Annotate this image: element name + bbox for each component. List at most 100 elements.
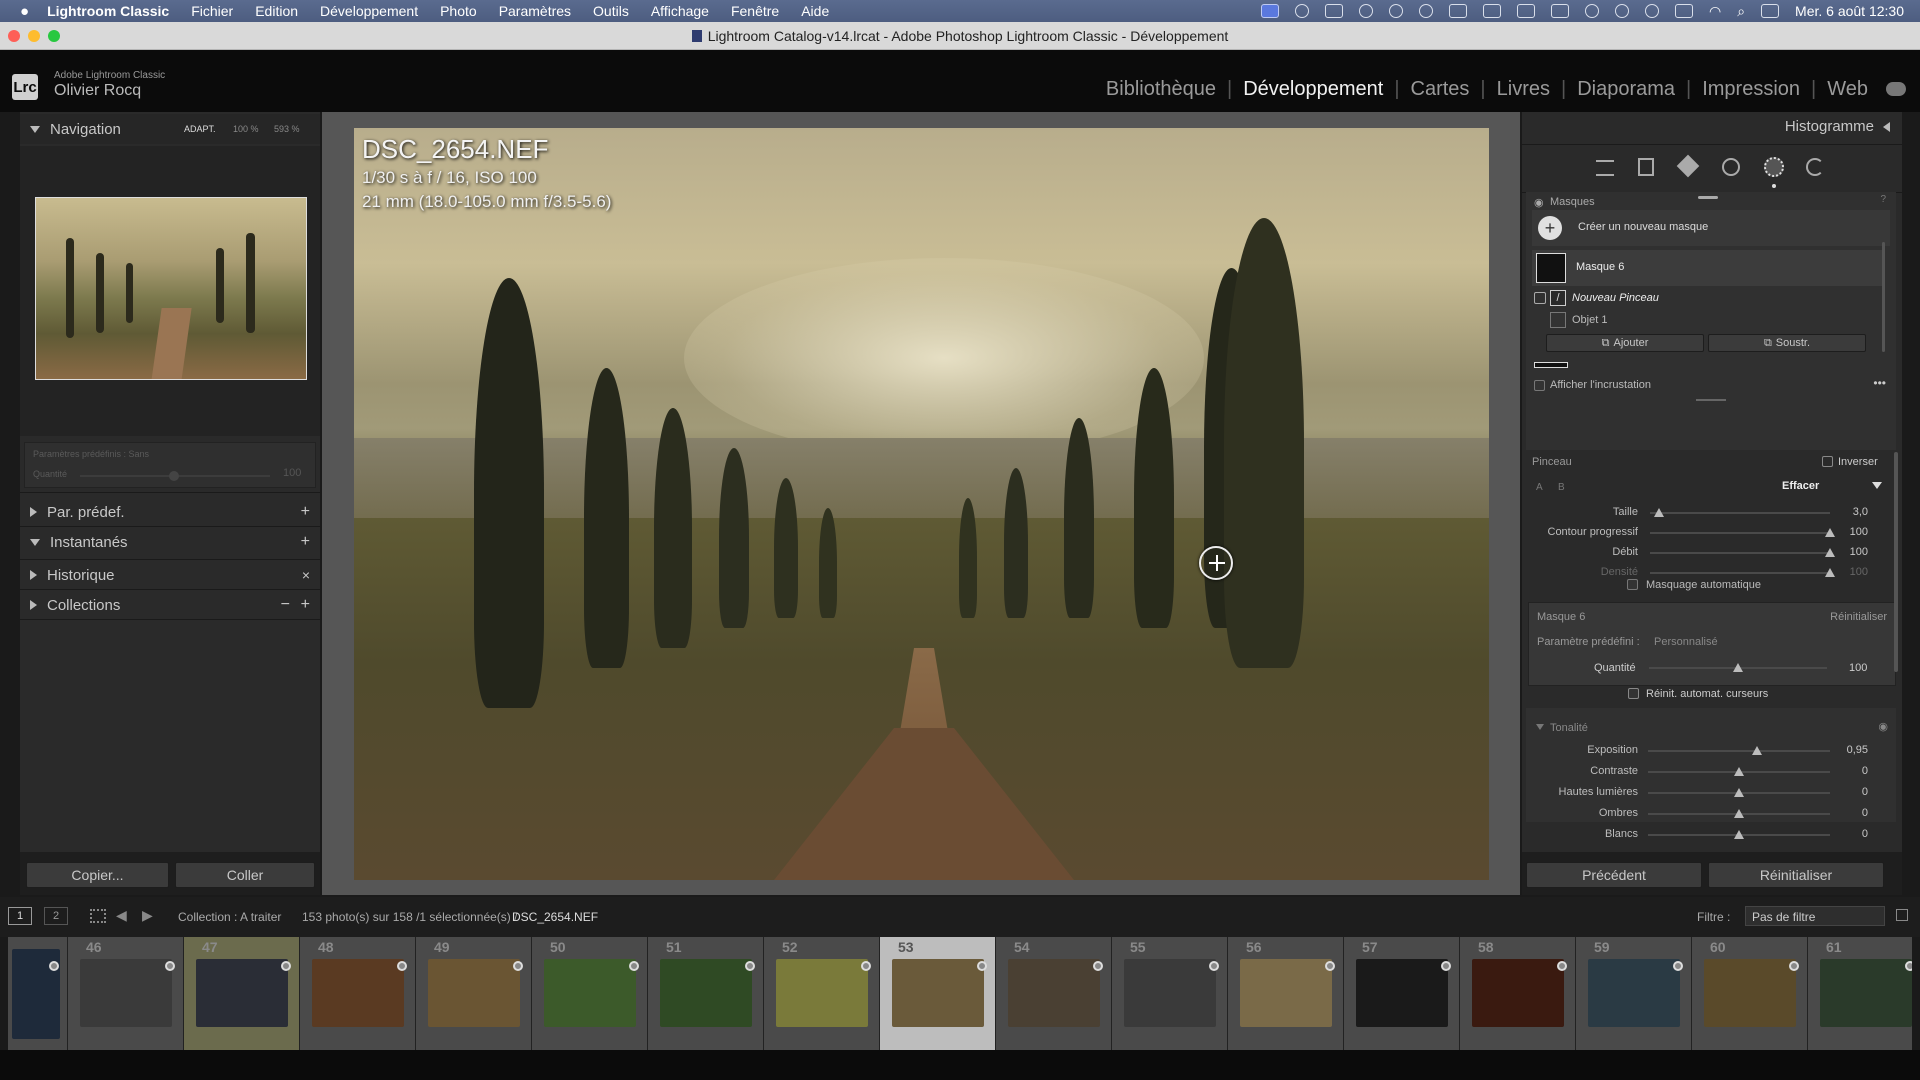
status-icon[interactable] [1550, 4, 1569, 18]
slider-value[interactable]: 100 [1828, 546, 1868, 558]
brush-b[interactable]: B [1558, 482, 1565, 493]
filmstrip-cell[interactable]: 58 [1460, 937, 1576, 1050]
thumbnail-image[interactable] [776, 959, 868, 1027]
filmstrip-cell[interactable]: 52 [764, 937, 880, 1050]
slider-track[interactable] [1648, 750, 1830, 752]
control-center-icon[interactable] [1761, 4, 1780, 18]
zoom-button[interactable] [48, 30, 60, 42]
menu-outils[interactable]: Outils [593, 3, 629, 19]
eye-icon[interactable]: ◉ [1534, 196, 1544, 209]
histogram-title[interactable]: Histogramme [1785, 118, 1874, 135]
module-diaporama[interactable]: Diaporama [1577, 78, 1675, 101]
filmstrip-cell[interactable]: 48 [300, 937, 416, 1050]
redeye-tool-icon[interactable] [1722, 158, 1740, 176]
add-collection-icon[interactable]: + [301, 596, 310, 614]
close-button[interactable] [8, 30, 20, 42]
filmstrip-cell[interactable]: 46 [68, 937, 184, 1050]
filmstrip-cell[interactable]: 60 [1692, 937, 1808, 1050]
grid-icon[interactable] [90, 909, 106, 923]
brush-visibility-icon[interactable] [1534, 292, 1546, 304]
camera-icon[interactable] [1324, 4, 1343, 18]
brush-mode[interactable]: Effacer [1782, 480, 1819, 492]
status-icon[interactable] [1448, 4, 1467, 18]
wifi-icon[interactable]: ◠ [1709, 3, 1721, 20]
object-component[interactable]: Objet 1 [1572, 314, 1607, 326]
zoom-fit[interactable]: ADAPT. [184, 124, 216, 134]
section-presets[interactable]: Par. prédef. + [20, 499, 320, 525]
photo-canvas[interactable] [354, 128, 1489, 880]
filmstrip-cell[interactable]: 49 [416, 937, 532, 1050]
thumbnail-image[interactable] [1356, 959, 1448, 1027]
menu-fenetre[interactable]: Fenêtre [731, 3, 779, 19]
module-developpement[interactable]: Développement [1243, 78, 1383, 101]
brush-mode-dropdown-icon[interactable] [1872, 482, 1882, 489]
menu-edition[interactable]: Edition [255, 3, 298, 19]
status-icon[interactable] [1418, 4, 1433, 18]
thumbnail-image[interactable] [1704, 959, 1796, 1027]
thumbnail-image[interactable] [80, 959, 172, 1027]
tone-collapse-icon[interactable] [1536, 724, 1544, 730]
masking-tool-icon[interactable] [1764, 157, 1784, 177]
slider-knob[interactable] [1752, 746, 1763, 755]
filmstrip-cell[interactable]: 51 [648, 937, 764, 1050]
slider-value[interactable]: 100 [1828, 566, 1868, 578]
mask-amount-knob[interactable] [1733, 663, 1743, 672]
zoom-100[interactable]: 100 % [233, 124, 259, 134]
filter-dropdown[interactable]: Pas de filtre [1745, 906, 1885, 926]
brush-a[interactable]: A [1536, 482, 1543, 493]
clock[interactable]: Mer. 6 août 12:30 [1795, 3, 1904, 19]
status-icon[interactable] [1294, 4, 1309, 18]
thumbnail-image[interactable] [1008, 959, 1100, 1027]
more-options-icon[interactable]: ••• [1873, 376, 1886, 390]
filmstrip-cell[interactable]: 57 [1344, 937, 1460, 1050]
navigator-thumbnail[interactable] [35, 197, 307, 380]
slider-knob[interactable] [1734, 767, 1744, 776]
status-icon[interactable] [1388, 4, 1403, 18]
add-preset-icon[interactable]: + [301, 503, 310, 521]
status-icon[interactable] [1482, 4, 1501, 18]
thumbnail-image[interactable] [1820, 959, 1912, 1027]
drag-handle[interactable] [1698, 196, 1718, 199]
slider-track[interactable] [1650, 512, 1830, 514]
slider-value[interactable]: 0 [1828, 807, 1868, 819]
previous-button[interactable]: Précédent [1526, 862, 1702, 888]
add-snapshot-icon[interactable]: + [301, 533, 310, 551]
module-bibliotheque[interactable]: Bibliothèque [1106, 78, 1216, 101]
slider-value[interactable]: 0 [1828, 828, 1868, 840]
drag-handle[interactable] [1696, 399, 1726, 401]
thumbnail-image[interactable] [1240, 959, 1332, 1027]
status-icon[interactable] [1584, 4, 1599, 18]
forward-arrow-icon[interactable]: ▶ [142, 907, 153, 924]
overlay-checkbox[interactable] [1534, 380, 1545, 391]
reset-button[interactable]: Réinitialiser [1708, 862, 1884, 888]
module-cartes[interactable]: Cartes [1411, 78, 1470, 101]
menu-aide[interactable]: Aide [801, 3, 829, 19]
slider-value[interactable]: 0 [1828, 786, 1868, 798]
menu-app[interactable]: Lightroom Classic [47, 3, 169, 19]
invert-checkbox[interactable] [1822, 456, 1833, 467]
thumbnail-image[interactable] [1124, 959, 1216, 1027]
subtract-mask-button[interactable]: ⧉ Soustr. [1708, 334, 1866, 352]
module-livres[interactable]: Livres [1497, 78, 1550, 101]
thumbnail-image[interactable] [892, 959, 984, 1027]
masks-scrollbar[interactable] [1882, 242, 1885, 352]
thumbnail-image[interactable] [196, 959, 288, 1027]
minimize-button[interactable] [28, 30, 40, 42]
paste-button[interactable]: Coller [175, 862, 315, 888]
brush-component[interactable]: Nouveau Pinceau [1572, 292, 1659, 304]
add-mask-icon[interactable]: + [1538, 216, 1562, 240]
slider-value[interactable]: 3,0 [1828, 506, 1868, 518]
screen-1-button[interactable]: 1 [8, 907, 32, 925]
apple-icon[interactable]: ● [20, 3, 29, 20]
thumbnail-image[interactable] [312, 959, 404, 1027]
slider-knob[interactable] [1734, 788, 1744, 797]
slider-value[interactable]: 0,95 [1828, 744, 1868, 756]
clock-icon[interactable] [1644, 4, 1659, 18]
menu-developpement[interactable]: Développement [320, 3, 418, 19]
edit-tool-icon[interactable] [1596, 160, 1614, 176]
section-snapshots[interactable]: Instantanés + [20, 529, 320, 555]
cloud-sync-icon[interactable] [1886, 82, 1906, 96]
slider-knob[interactable] [1734, 830, 1744, 839]
histogram-expand-icon[interactable] [1883, 122, 1890, 132]
create-mask-row[interactable]: + Créer un nouveau masque [1532, 210, 1890, 246]
